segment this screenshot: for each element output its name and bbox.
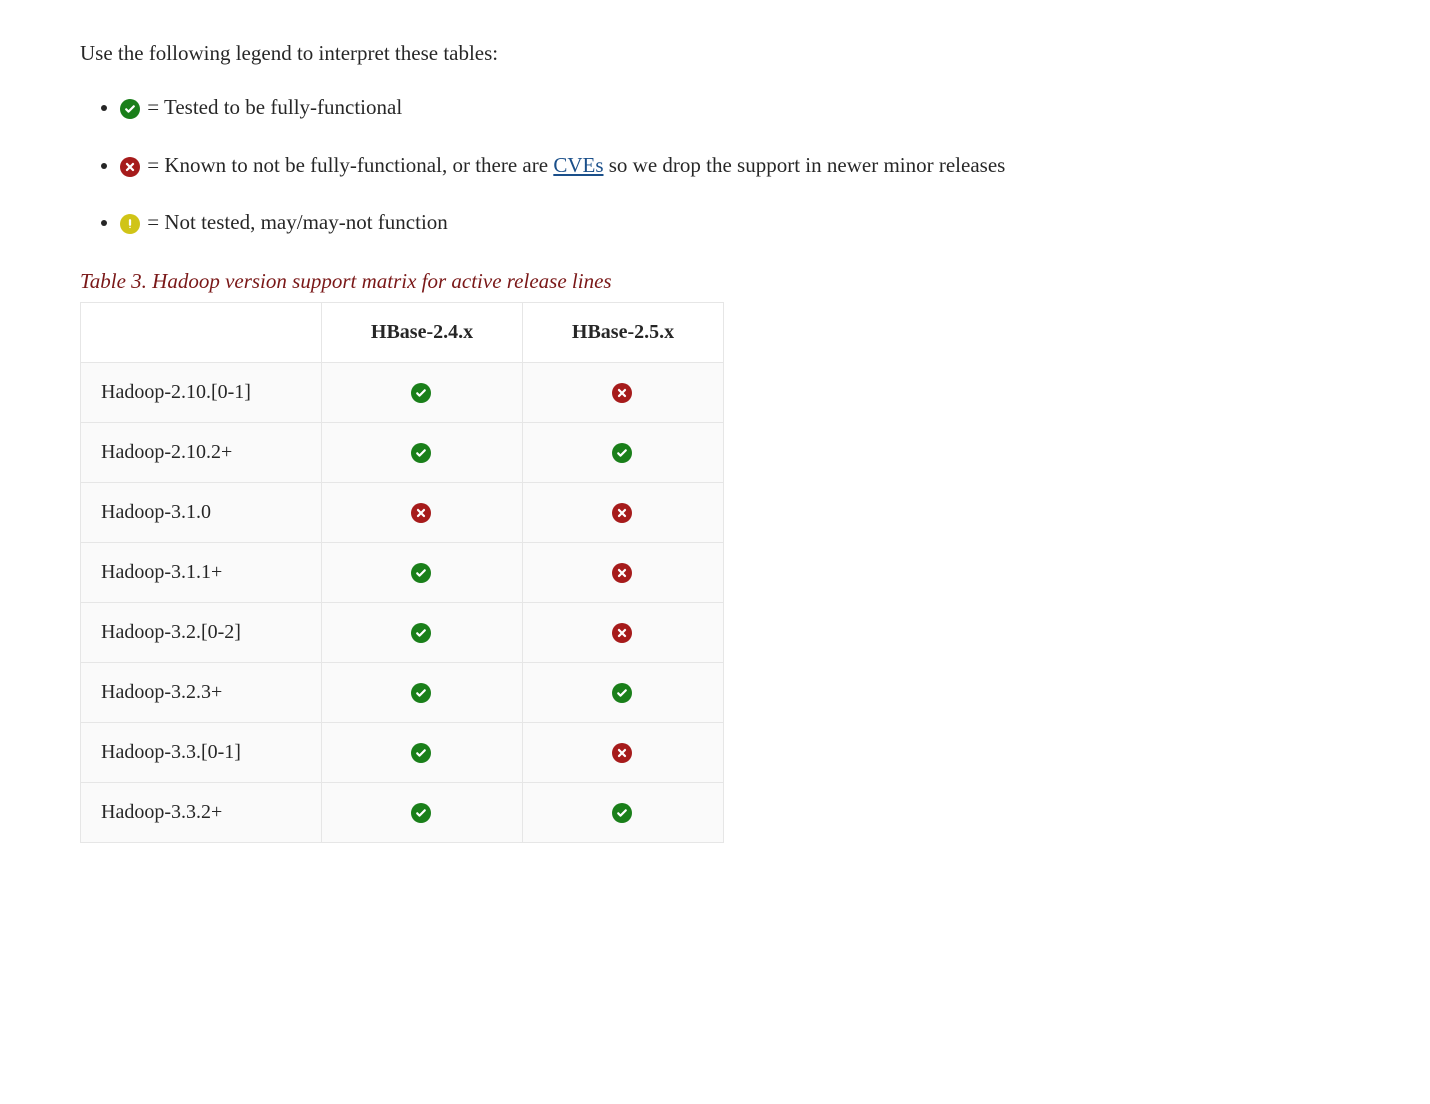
legend-bad-prefix: = Known to not be fully-functional, or t…: [147, 153, 553, 177]
support-cell: [322, 782, 523, 842]
check-icon: [612, 803, 632, 823]
cves-link[interactable]: CVEs: [553, 153, 603, 177]
x-icon: [612, 563, 632, 583]
check-icon: [411, 443, 431, 463]
support-cell: [523, 422, 724, 482]
table-row: Hadoop-3.2.3+: [81, 662, 724, 722]
support-matrix-table: HBase-2.4.x HBase-2.5.x Hadoop-2.10.[0-1…: [80, 302, 724, 843]
legend-item-warn: = Not tested, may/may-not function: [120, 207, 1410, 239]
row-label: Hadoop-3.3.[0-1]: [81, 722, 322, 782]
table-row: Hadoop-3.3.2+: [81, 782, 724, 842]
table-row: Hadoop-2.10.2+: [81, 422, 724, 482]
table-row: Hadoop-3.2.[0-2]: [81, 602, 724, 662]
legend-list: = Tested to be fully-functional = Known …: [80, 92, 1410, 239]
check-icon: [612, 683, 632, 703]
col-header-1: HBase-2.4.x: [322, 302, 523, 362]
table-row: Hadoop-3.3.[0-1]: [81, 722, 724, 782]
support-cell: [322, 602, 523, 662]
warning-icon: [120, 214, 140, 234]
row-label: Hadoop-3.2.3+: [81, 662, 322, 722]
col-header-2: HBase-2.5.x: [523, 302, 724, 362]
check-icon: [612, 443, 632, 463]
row-label: Hadoop-3.1.1+: [81, 542, 322, 602]
col-header-blank: [81, 302, 322, 362]
row-label: Hadoop-3.3.2+: [81, 782, 322, 842]
support-cell: [322, 722, 523, 782]
row-label: Hadoop-3.2.[0-2]: [81, 602, 322, 662]
check-icon: [411, 803, 431, 823]
support-cell: [523, 542, 724, 602]
table-row: Hadoop-3.1.0: [81, 482, 724, 542]
x-icon: [612, 743, 632, 763]
check-icon: [411, 563, 431, 583]
check-icon: [411, 623, 431, 643]
legend-bad-suffix: so we drop the support in newer minor re…: [604, 153, 1006, 177]
legend-intro: Use the following legend to interpret th…: [80, 41, 1410, 66]
support-cell: [523, 782, 724, 842]
legend-item-bad: = Known to not be fully-functional, or t…: [120, 150, 1410, 182]
support-cell: [322, 362, 523, 422]
x-icon: [612, 383, 632, 403]
x-icon: [612, 623, 632, 643]
support-cell: [523, 662, 724, 722]
support-cell: [322, 662, 523, 722]
legend-item-ok: = Tested to be fully-functional: [120, 92, 1410, 124]
check-icon: [120, 99, 140, 119]
support-cell: [523, 722, 724, 782]
table-row: Hadoop-3.1.1+: [81, 542, 724, 602]
row-label: Hadoop-2.10.2+: [81, 422, 322, 482]
support-cell: [322, 422, 523, 482]
support-cell: [523, 482, 724, 542]
table-caption: Table 3. Hadoop version support matrix f…: [80, 269, 1410, 294]
row-label: Hadoop-3.1.0: [81, 482, 322, 542]
legend-ok-text: = Tested to be fully-functional: [147, 95, 402, 119]
row-label: Hadoop-2.10.[0-1]: [81, 362, 322, 422]
x-icon: [120, 157, 140, 177]
check-icon: [411, 683, 431, 703]
x-icon: [612, 503, 632, 523]
support-cell: [322, 542, 523, 602]
table-row: Hadoop-2.10.[0-1]: [81, 362, 724, 422]
support-cell: [523, 602, 724, 662]
support-cell: [322, 482, 523, 542]
support-cell: [523, 362, 724, 422]
check-icon: [411, 743, 431, 763]
check-icon: [411, 383, 431, 403]
x-icon: [411, 503, 431, 523]
legend-warn-text: = Not tested, may/may-not function: [147, 210, 448, 234]
